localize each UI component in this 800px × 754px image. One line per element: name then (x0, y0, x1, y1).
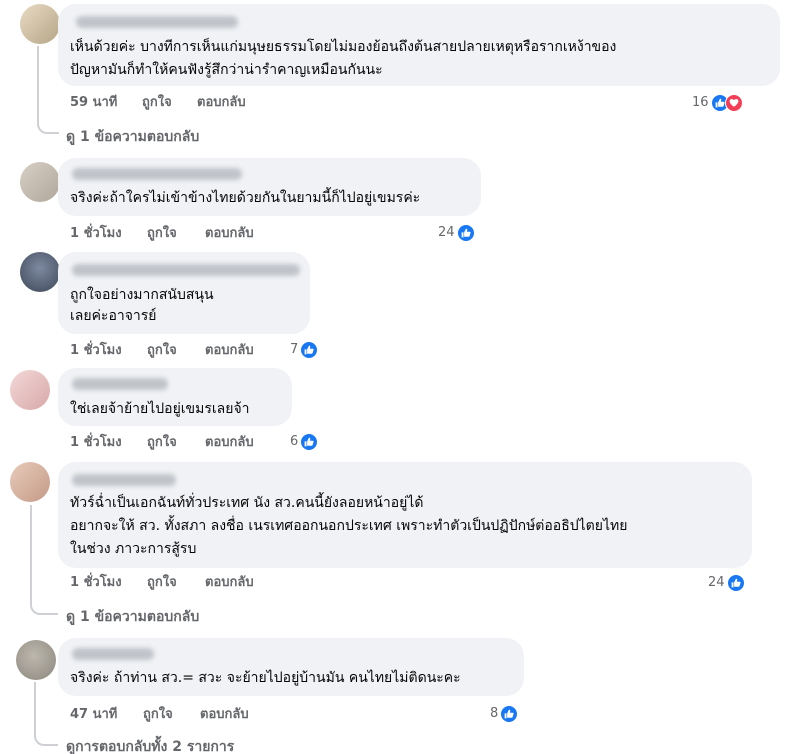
author-name-redacted[interactable] (72, 378, 168, 390)
reaction-summary[interactable]: 7 (290, 340, 319, 360)
comment-text-line: ในช่วง ภาวะการสู้รบ (70, 541, 197, 557)
reaction-summary[interactable]: 8 (490, 704, 519, 724)
comment-bubble: ถูกใจอย่างมากสนับสนุน เลยค่ะอาจารย์ (58, 252, 310, 334)
like-icon (500, 705, 519, 723)
thread-line (37, 46, 59, 134)
like-icon (456, 224, 475, 242)
view-replies-link[interactable]: ดู 1 ข้อความตอบกลับ (66, 126, 199, 148)
avatar[interactable] (20, 162, 60, 202)
thread-line (30, 505, 58, 615)
like-icon (726, 574, 745, 592)
reply-button[interactable]: ตอบกลับ (205, 343, 254, 359)
author-name-redacted[interactable] (72, 264, 300, 276)
reaction-count: 24 (708, 575, 725, 590)
reply-button[interactable]: ตอบกลับ (200, 707, 249, 723)
timestamp[interactable]: 1 ชั่วโมง (70, 343, 122, 359)
comment-text-line: จริงค่ะ ถ้าท่าน สว.= สวะ จะย้ายไปอยู่บ้า… (70, 670, 461, 686)
comment-text-line: อยากจะให้ สว. ทั้งสภา ลงชื่อ เนรเทศออกนอ… (70, 518, 628, 534)
reaction-count: 7 (290, 342, 299, 357)
comment-bubble: ใช่เลยจ้าย้ายไปอยู่เขมรเลยจ้า (58, 368, 292, 426)
author-name-redacted[interactable] (72, 474, 176, 486)
reaction-count: 6 (290, 434, 299, 449)
like-button[interactable]: ถูกใจ (142, 95, 172, 111)
timestamp[interactable]: 1 ชั่วโมง (70, 575, 122, 591)
like-button[interactable]: ถูกใจ (147, 226, 177, 242)
timestamp[interactable]: 1 ชั่วโมง (70, 435, 122, 451)
reaction-count: 16 (692, 95, 709, 110)
love-icon (724, 94, 743, 112)
timestamp[interactable]: 59 นาที (70, 95, 117, 111)
comment-text-line: เลยค่ะอาจารย์ (70, 308, 157, 324)
like-button[interactable]: ถูกใจ (147, 435, 177, 451)
reaction-summary[interactable]: 24 (438, 223, 475, 243)
timestamp[interactable]: 47 นาที (70, 707, 117, 723)
avatar[interactable] (20, 4, 60, 44)
like-icon (300, 341, 319, 359)
author-name-redacted[interactable] (76, 16, 238, 28)
view-replies-link[interactable]: ดูการตอบกลับทั้ง 2 รายการ (66, 736, 234, 754)
like-icon (300, 433, 319, 451)
comment-text-line: ทัวร์ฉ่ำเป็นเอกฉันท์ทั่วประเทศ นัง สว.คน… (70, 495, 424, 511)
comment-text-line: เห็นด้วยค่ะ บางทีการเห็นแก่มนุษยธรรมโดยไ… (70, 39, 617, 55)
like-button[interactable]: ถูกใจ (147, 343, 177, 359)
author-name-redacted[interactable] (72, 648, 154, 660)
comment-text-line: ปัญหามันก็ทำให้คนฟังรู้สึกว่าน่ารำคาญเหม… (70, 62, 383, 78)
avatar[interactable] (16, 640, 56, 680)
comment-bubble: ทัวร์ฉ่ำเป็นเอกฉันท์ทั่วประเทศ นัง สว.คน… (58, 462, 752, 568)
comment-text-line: ถูกใจอย่างมากสนับสนุน (70, 287, 214, 303)
comment-text-line: จริงค่ะถ้าใครไม่เข้าข้างไทยด้วยกันในยามน… (70, 190, 421, 206)
thread-line (34, 682, 58, 746)
author-name-redacted[interactable] (72, 168, 242, 180)
comment-bubble: เห็นด้วยค่ะ บางทีการเห็นแก่มนุษยธรรมโดยไ… (58, 4, 780, 86)
reply-button[interactable]: ตอบกลับ (197, 95, 246, 111)
comment-text-line: ใช่เลยจ้าย้ายไปอยู่เขมรเลยจ้า (70, 401, 250, 417)
reaction-summary[interactable]: 16 (692, 93, 743, 113)
timestamp[interactable]: 1 ชั่วโมง (70, 226, 122, 242)
avatar[interactable] (10, 462, 50, 502)
reply-button[interactable]: ตอบกลับ (205, 435, 254, 451)
reply-button[interactable]: ตอบกลับ (205, 226, 254, 242)
like-button[interactable]: ถูกใจ (143, 707, 173, 723)
reaction-count: 24 (438, 225, 455, 240)
like-button[interactable]: ถูกใจ (147, 575, 177, 591)
reaction-summary[interactable]: 6 (290, 432, 319, 452)
comment-bubble: จริงค่ะถ้าใครไม่เข้าข้างไทยด้วยกันในยามน… (58, 158, 481, 216)
reaction-count: 8 (490, 706, 499, 721)
view-replies-link[interactable]: ดู 1 ข้อความตอบกลับ (66, 606, 199, 628)
avatar[interactable] (20, 252, 60, 292)
avatar[interactable] (10, 370, 50, 410)
reaction-summary[interactable]: 24 (708, 573, 745, 593)
reply-button[interactable]: ตอบกลับ (205, 575, 254, 591)
comment-bubble: จริงค่ะ ถ้าท่าน สว.= สวะ จะย้ายไปอยู่บ้า… (58, 638, 524, 696)
